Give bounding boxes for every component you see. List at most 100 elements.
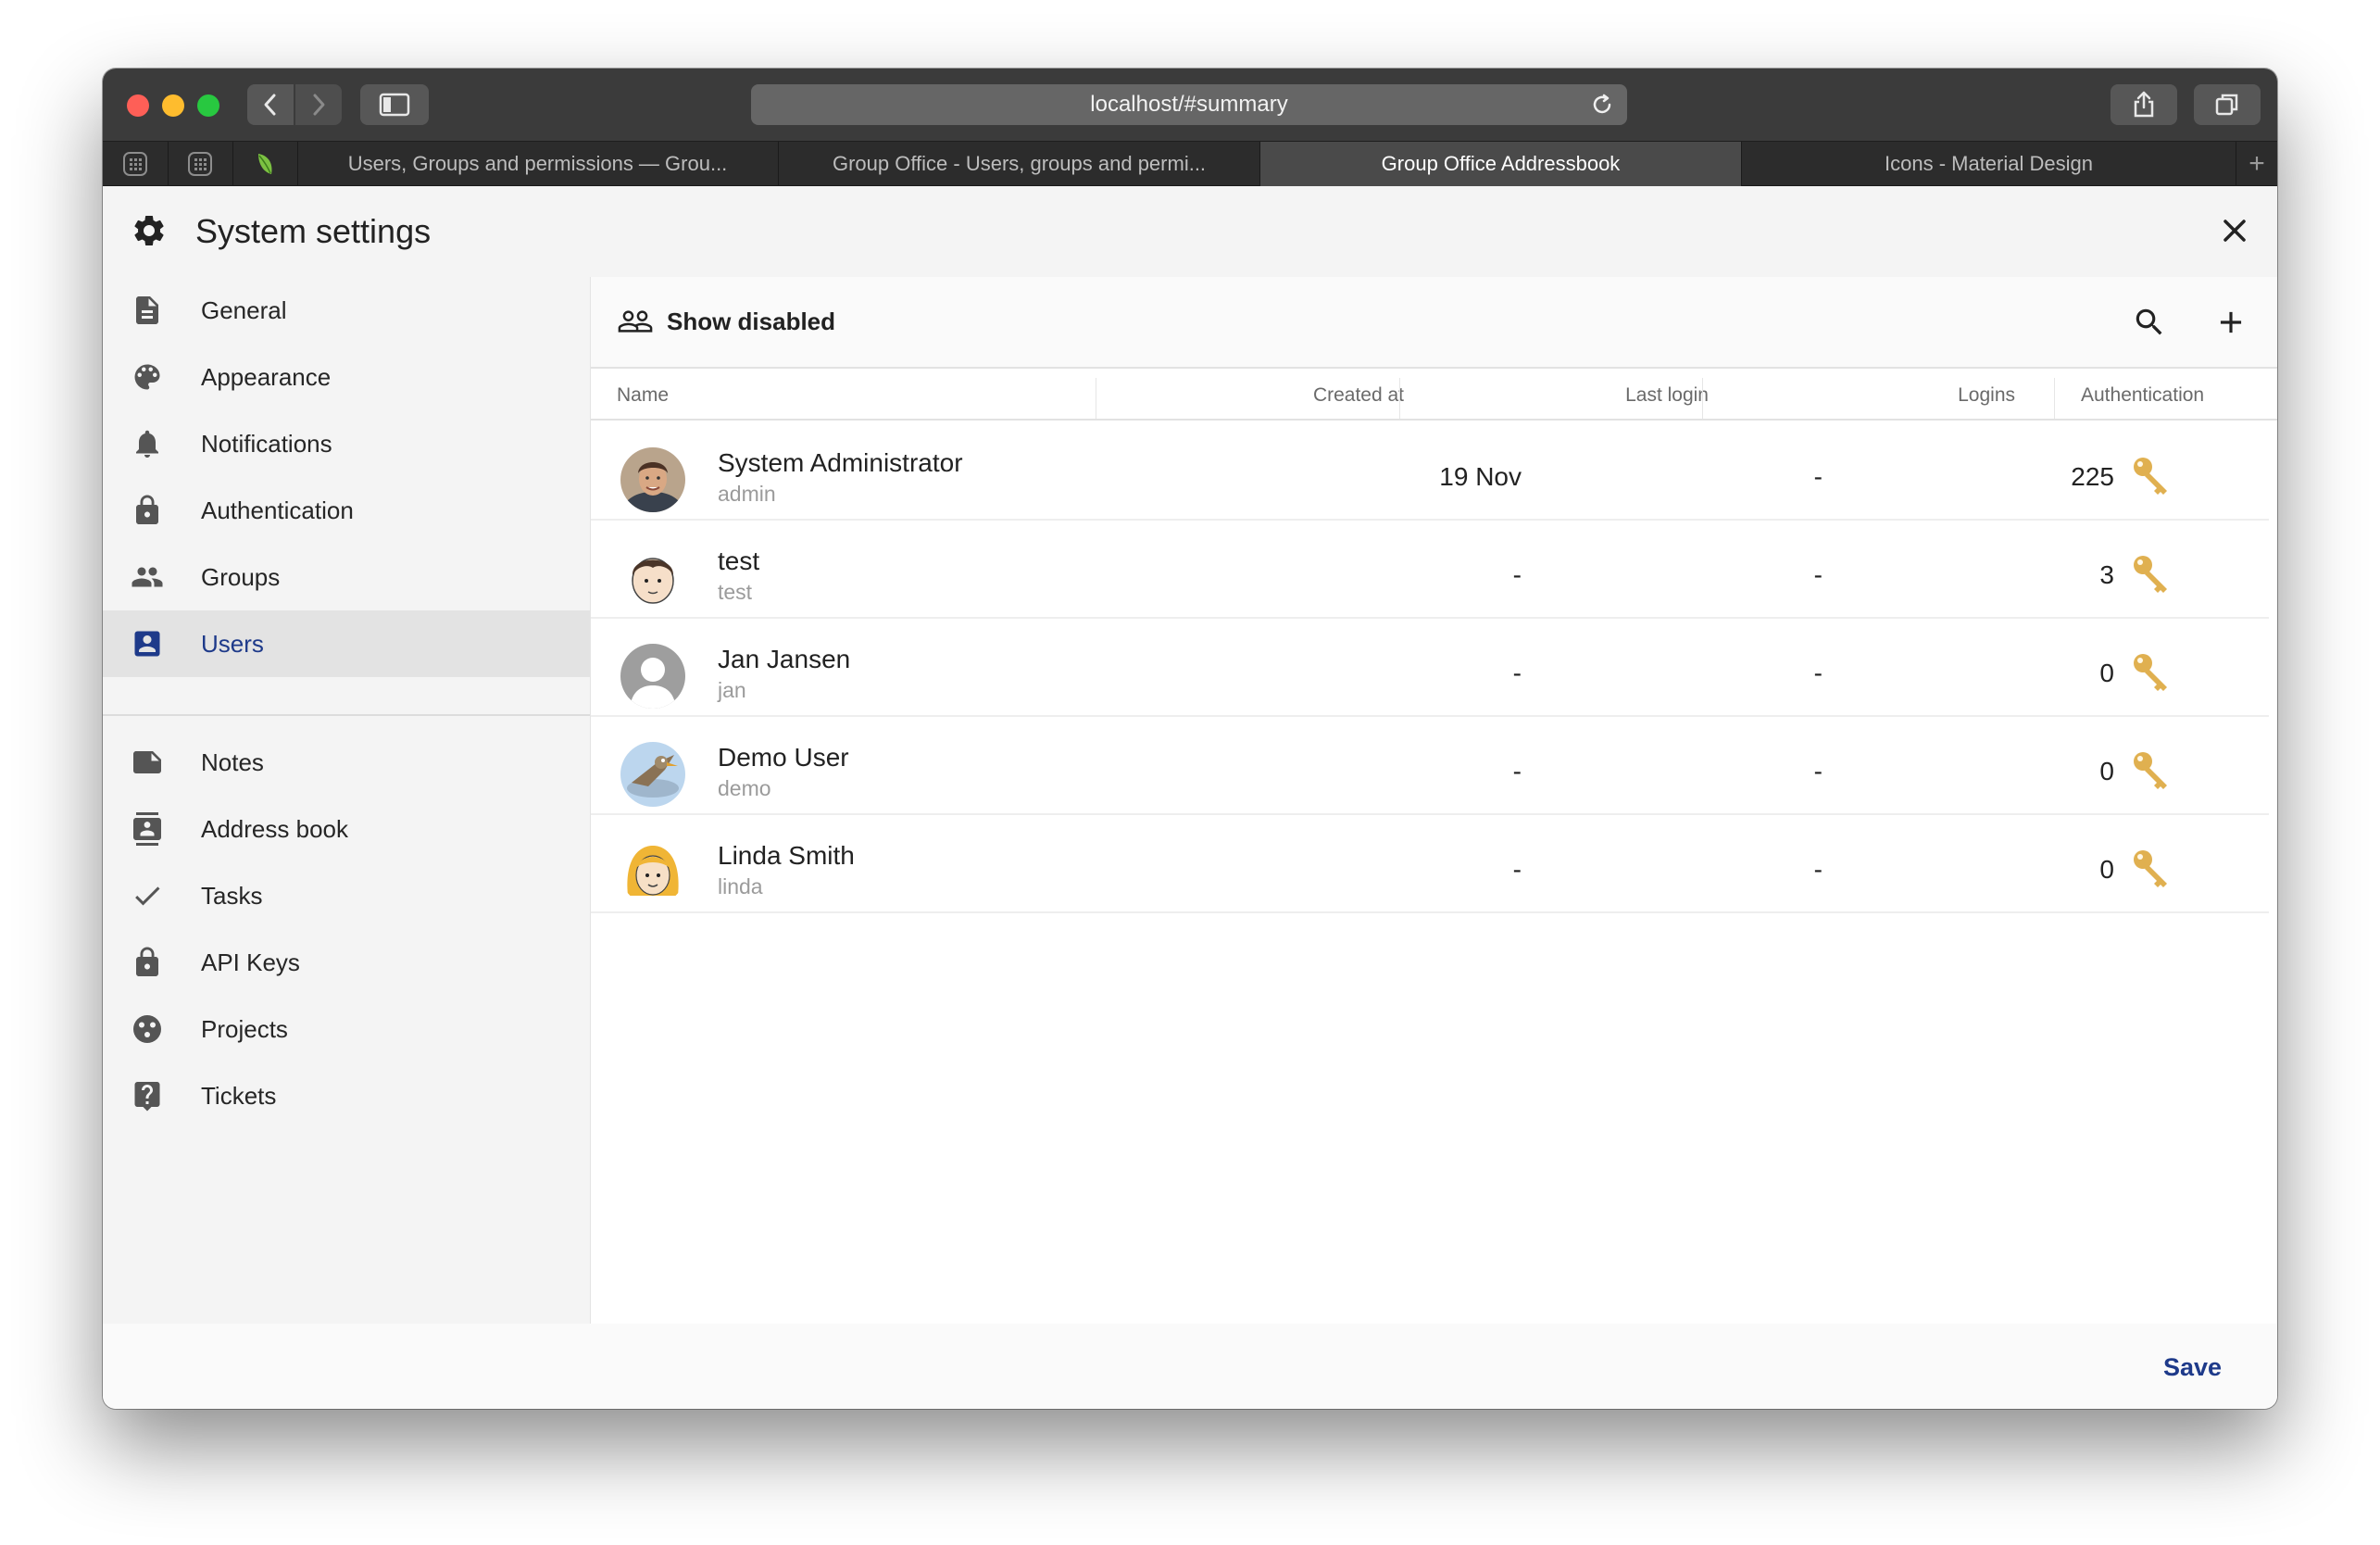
pinned-tab[interactable] [168, 142, 233, 186]
forward-button[interactable] [295, 84, 342, 125]
calculator-icon [123, 152, 147, 176]
close-window-button[interactable] [127, 94, 149, 117]
sidebar-item-label: Authentication [201, 496, 354, 524]
user-name: test [718, 546, 760, 575]
note-icon [133, 751, 161, 773]
user-username: admin [718, 482, 776, 506]
last-login-cell: - [1813, 757, 1823, 785]
sidebar-item-notifications[interactable]: Notifications [103, 410, 590, 477]
sidebar-item-address-book[interactable]: Address book [103, 796, 590, 862]
user-username: demo [718, 776, 771, 800]
sidebar-item-projects[interactable]: Projects [103, 996, 590, 1062]
add-icon[interactable] [2213, 305, 2248, 340]
user-name: System Administrator [718, 448, 963, 477]
reload-icon[interactable] [1590, 93, 1614, 117]
sidebar-item-label: Users [201, 629, 264, 658]
share-icon [2134, 91, 2154, 118]
browser-tabbar: Users, Groups and permissions — Grou... … [103, 141, 2277, 186]
url-text: localhost/#summary [1090, 92, 1288, 117]
table-row[interactable]: Linda Smith linda - - 0 [591, 813, 2269, 913]
save-button[interactable]: Save [2163, 1353, 2222, 1382]
table-row[interactable]: System Administrator admin 19 Nov - 225 [591, 421, 2269, 521]
sidebar-item-general[interactable]: General [103, 277, 590, 344]
sidebar-item-appearance[interactable]: Appearance [103, 344, 590, 410]
table-row[interactable]: Jan Jansen jan - - 0 [591, 617, 2269, 717]
column-divider[interactable] [1399, 378, 1400, 419]
logins-cell: 0 [2099, 659, 2114, 687]
tab-overview-icon [2215, 94, 2238, 116]
column-header-name[interactable]: Name [617, 369, 1080, 419]
logins-cell: 0 [2099, 757, 2114, 785]
sidebar-item-authentication[interactable]: Authentication [103, 477, 590, 544]
account-box-icon [134, 631, 160, 657]
new-tab-button[interactable]: + [2236, 142, 2277, 186]
address-bar[interactable]: localhost/#summary [751, 84, 1627, 125]
back-button[interactable] [247, 84, 294, 125]
sidebar-item-tickets[interactable]: Tickets [103, 1062, 590, 1129]
column-header-authentication[interactable]: Authentication [2081, 369, 2277, 419]
sidebar-item-label: Notifications [201, 429, 332, 458]
help-box-icon [134, 1082, 160, 1112]
sidebar-icon [379, 93, 410, 117]
tab-label: Group Office - Users, groups and permi..… [832, 152, 1207, 175]
browser-tab[interactable]: Users, Groups and permissions — Grou... [297, 142, 779, 186]
minimize-window-button[interactable] [162, 94, 184, 117]
close-icon[interactable] [2220, 216, 2249, 245]
tab-label: Group Office Addressbook [1381, 152, 1621, 175]
avatar [620, 644, 685, 709]
tab-label: Users, Groups and permissions — Grou... [347, 152, 728, 175]
sidebar-item-label: General [201, 295, 287, 324]
zoom-window-button[interactable] [197, 94, 219, 117]
share-button[interactable] [2111, 84, 2177, 125]
projects-icon [133, 1015, 161, 1043]
created-at-cell: - [1512, 757, 1522, 785]
logins-cell: 225 [2071, 462, 2114, 491]
pinned-tab[interactable] [232, 142, 298, 186]
sidebar-item-label: Tasks [201, 881, 263, 910]
sidebar-item-groups[interactable]: Groups [103, 544, 590, 610]
user-username: linda [718, 874, 763, 898]
browser-window: localhost/#summary Users, Groups and per… [103, 69, 2277, 1409]
browser-tab-active[interactable]: Group Office Addressbook [1260, 142, 1742, 186]
last-login-cell: - [1813, 462, 1823, 491]
key-icon [2134, 458, 2167, 495]
sidebar-item-api-keys[interactable]: API Keys [103, 929, 590, 996]
chevron-left-icon [264, 94, 276, 116]
cartoon-bird-icon [620, 742, 685, 807]
last-login-cell: - [1813, 855, 1823, 884]
created-at-cell: - [1512, 659, 1522, 687]
column-divider[interactable] [1702, 378, 1703, 419]
tab-label: Icons - Material Design [1885, 152, 2093, 175]
cartoon-girl-icon [620, 840, 685, 905]
dialog-title: System settings [195, 212, 432, 250]
user-username: test [718, 580, 753, 604]
show-disabled-label: Show disabled [667, 307, 836, 335]
created-at-cell: - [1512, 855, 1522, 884]
sidebar-item-label: Appearance [201, 362, 332, 391]
key-icon [2134, 850, 2167, 887]
column-divider[interactable] [2054, 378, 2055, 419]
show-disabled-toggle[interactable]: Show disabled [617, 303, 835, 340]
table-row[interactable]: test test - - 3 [591, 519, 2269, 619]
tab-overview-button[interactable] [2194, 84, 2261, 125]
users-panel: Show disabled Name Created at Last login… [591, 277, 2277, 1324]
search-icon[interactable] [2132, 305, 2167, 340]
sidebar-item-notes[interactable]: Notes [103, 729, 590, 796]
logins-cell: 0 [2099, 855, 2114, 884]
sidebar-toggle-button[interactable] [360, 84, 429, 125]
column-header-logins[interactable]: Logins [1721, 369, 2015, 419]
column-header-created-at[interactable]: Created at [1109, 369, 1404, 419]
browser-tab[interactable]: Group Office - Users, groups and permi..… [779, 142, 1260, 186]
table-row[interactable]: Demo User demo - - 0 [591, 715, 2269, 815]
check-icon [135, 886, 160, 906]
pinned-tab[interactable] [103, 142, 169, 186]
column-header-last-login[interactable]: Last login [1415, 369, 1709, 419]
lock-icon [136, 947, 158, 976]
user-username: jan [718, 678, 746, 702]
sidebar-item-tasks[interactable]: Tasks [103, 862, 590, 929]
logins-cell: 3 [2099, 560, 2114, 589]
sidebar-item-users[interactable]: Users [103, 610, 590, 677]
user-photo-icon [620, 447, 685, 512]
sidebar-item-label: Groups [201, 562, 281, 591]
browser-tab[interactable]: Icons - Material Design [1742, 142, 2236, 186]
